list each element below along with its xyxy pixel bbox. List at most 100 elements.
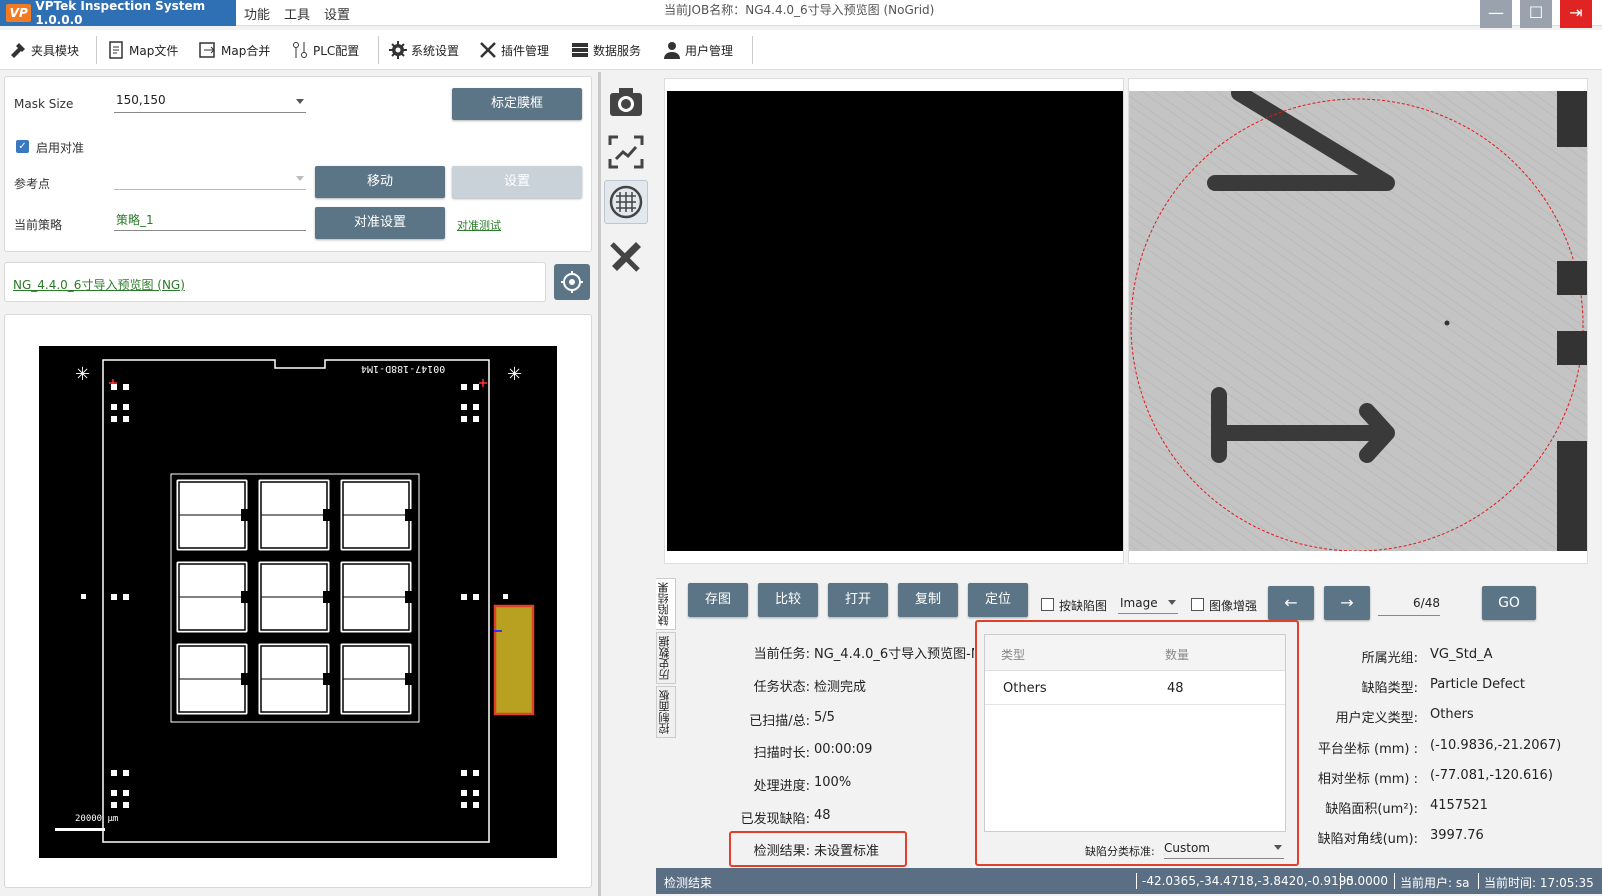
menu-settings[interactable]: 设置 (324, 4, 350, 23)
image-viewer-right[interactable] (1129, 91, 1587, 551)
image-viewer-left-frame (664, 78, 1124, 564)
app-title: VPTek Inspection System 1.0.0.0 (35, 0, 206, 27)
scan-duration-label: 扫描时长: (753, 746, 810, 761)
toolbar-fixture-label: 夹具模块 (31, 43, 80, 58)
maximize-button[interactable]: ☐ (1520, 0, 1552, 28)
wafer-layout-button[interactable] (604, 180, 648, 224)
status-divider (1478, 873, 1479, 889)
toolbar-system-settings-label: 系统设置 (411, 43, 460, 58)
wafer-top-text: 00147-188D-1M4 (361, 363, 446, 374)
scanned-total-value: 5/5 (814, 710, 835, 725)
standard-select[interactable]: Custom (1164, 839, 1284, 859)
status-bar: 检测结束 -42.0365,-34.4718,-3.8420,-0.9195 0… (656, 868, 1602, 894)
enable-align-checkbox[interactable]: ✓ (16, 140, 29, 153)
strategy-field[interactable]: 策略_1 (114, 211, 306, 231)
wafer-map[interactable]: ✳ ✳ 00147-188D-1M4 20000 μm (39, 346, 557, 858)
toolbar: 夹具模块 Map文件 Map合并 PLC配置 系统设置 插件管理 数据服务 用户… (0, 30, 1602, 70)
open-button[interactable]: 打开 (828, 583, 888, 617)
next-defect-button[interactable]: → (1324, 586, 1370, 620)
status-divider (1340, 873, 1341, 889)
job-link[interactable]: NG_4.4.0_6寸导入预览图 (NG) (13, 276, 185, 293)
tools-icon (478, 40, 498, 60)
title-bar: VP VPTek Inspection System 1.0.0.0 功能 工具… (0, 0, 1602, 28)
standard-value: Custom (1164, 841, 1210, 855)
defect-table-header: 类型 数量 (985, 635, 1285, 671)
merge-icon (198, 40, 218, 60)
fixture-icon (8, 40, 28, 60)
toolbar-data-service[interactable]: 数据服务 (570, 38, 641, 62)
toolbar-system-settings[interactable]: 系统设置 (388, 38, 459, 62)
stage-coord-value: (-10.9836,-21.2067) (1430, 738, 1562, 753)
page-indicator[interactable]: 6/48 (1378, 594, 1440, 616)
save-image-button[interactable]: 存图 (688, 583, 748, 617)
standard-label: 缺陷分类标准: (1085, 845, 1155, 858)
status-divider (1394, 873, 1395, 889)
light-group-value: VG_Std_A (1430, 647, 1493, 662)
set-button[interactable]: 设置 (452, 166, 582, 198)
status-text: 检测结束 (664, 876, 713, 890)
menu-function[interactable]: 功能 (244, 4, 270, 23)
enhance-checkbox[interactable] (1191, 598, 1204, 611)
app-logo: VP (6, 4, 32, 22)
ref-point-select[interactable] (114, 170, 306, 190)
copy-button[interactable]: 复制 (898, 583, 958, 617)
defect-type-value: Particle Defect (1430, 677, 1525, 692)
wafer-map-drawing: ✳ ✳ (55, 359, 535, 843)
refresh-job-button[interactable] (554, 264, 590, 300)
image-viewer-right-frame (1128, 78, 1588, 564)
screenshot-button[interactable] (606, 132, 646, 172)
defects-found-label: 已发现缺陷: (740, 812, 810, 827)
ref-point-label: 参考点 (14, 177, 51, 191)
camera-button[interactable] (606, 82, 646, 122)
align-test-link[interactable]: 对准测试 (457, 217, 501, 233)
tab-control-panel[interactable]: 控制面板 (656, 686, 676, 738)
minimize-button[interactable]: — (1480, 0, 1512, 28)
toolbar-plugin-management[interactable]: 插件管理 (478, 38, 549, 62)
toolbar-map-merge[interactable]: Map合并 (198, 38, 270, 62)
toolbar-plc[interactable]: PLC配置 (290, 38, 359, 62)
wafer-die (255, 558, 333, 636)
toolbar-separator (752, 36, 753, 64)
user-icon (662, 40, 682, 60)
toolbar-user-management[interactable]: 用户管理 (662, 38, 733, 62)
measure-button[interactable] (606, 236, 646, 276)
svg-text:✳: ✳ (507, 364, 522, 385)
toolbar-plugin-label: 插件管理 (501, 43, 550, 58)
progress-label: 处理进度: (753, 779, 810, 794)
job-link-panel: NG_4.4.0_6寸导入预览图 (NG) (4, 262, 546, 302)
prev-defect-button[interactable]: ← (1268, 586, 1314, 620)
enhance-label: 图像增强 (1209, 599, 1258, 613)
status-user: 当前用户: sa (1400, 876, 1470, 890)
defect-area-label: 缺陷面积(um²): (1325, 802, 1418, 817)
align-settings-button[interactable]: 对准设置 (315, 207, 445, 239)
mask-size-select[interactable]: 150,150 (114, 93, 306, 113)
strategy-value: 策略_1 (116, 213, 154, 227)
current-task-label: 当前任务: (753, 647, 810, 662)
splitter[interactable] (598, 72, 601, 896)
calibrate-frame-button[interactable]: 标定膜框 (452, 88, 582, 120)
move-button[interactable]: 移动 (315, 166, 445, 198)
go-button[interactable]: GO (1482, 586, 1536, 620)
close-button[interactable]: ⇥ (1560, 0, 1592, 28)
toolbar-fixture[interactable]: 夹具模块 (8, 38, 79, 62)
image-type-select[interactable]: Image (1118, 594, 1178, 614)
col-type-header: 类型 (1001, 648, 1026, 662)
by-defect-checkbox[interactable] (1041, 598, 1054, 611)
status-value: 0.0000 (1346, 874, 1388, 888)
compare-button[interactable]: 比较 (758, 583, 818, 617)
table-row[interactable]: Others 48 (985, 671, 1285, 705)
toolbar-user-label: 用户管理 (685, 43, 734, 58)
wafer-die (173, 558, 251, 636)
tab-history-data[interactable]: 历史数据 (656, 632, 676, 684)
toolbar-map-file[interactable]: Map文件 (106, 38, 178, 62)
detect-result-value: 未设置标准 (814, 844, 880, 859)
locate-button[interactable]: 定位 (968, 583, 1028, 617)
tab-defect-results[interactable]: 缺陷结果 (656, 578, 676, 630)
defect-image (1129, 91, 1587, 551)
wafer-die (173, 476, 251, 554)
plc-icon (290, 40, 310, 60)
image-viewer-left[interactable] (667, 91, 1123, 551)
wafer-die (173, 640, 251, 718)
wafer-die (337, 640, 415, 718)
menu-tools[interactable]: 工具 (284, 4, 310, 23)
